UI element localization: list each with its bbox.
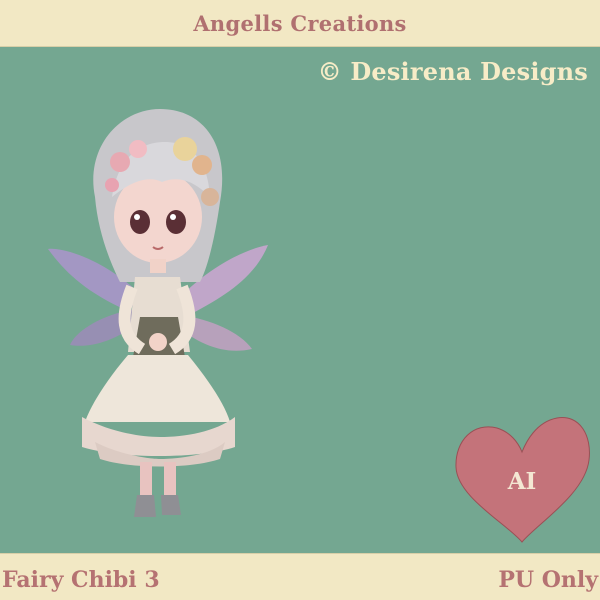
right-leg [164,462,176,500]
left-eye [130,210,150,234]
neck [150,259,166,273]
right-boot [161,495,181,515]
skirt-upper [85,355,230,422]
right-eye [166,210,186,234]
copyright-notice: © Desirena Designs [317,57,588,86]
preview-image: Angells Creations © Desirena Designs AI … [0,0,600,600]
left-boot [134,495,156,517]
ai-badge-label: AI [507,468,537,495]
hands [149,333,167,351]
license-label: PU Only [498,567,598,593]
footer-banner: Fairy Chibi 3 PU Only [0,553,600,600]
fairy-chibi-illustration [48,109,268,517]
header-title: Angells Creations [193,10,407,36]
left-leg [140,462,152,500]
flower [110,152,130,172]
header-banner: Angells Creations [0,0,600,47]
artwork-canvas: © Desirena Designs AI [0,47,600,553]
product-name: Fairy Chibi 3 [2,567,160,593]
